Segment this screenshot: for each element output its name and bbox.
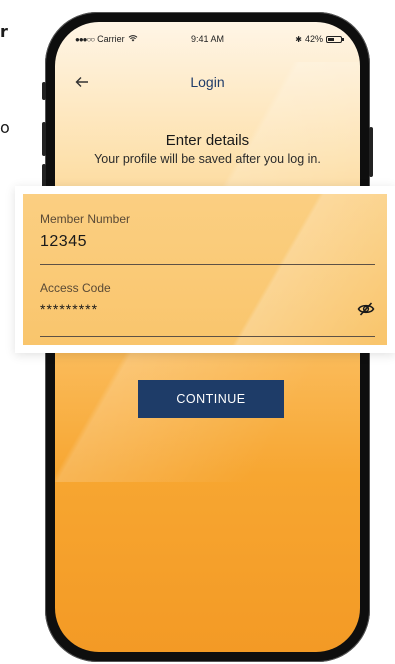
- member-number-underline: [40, 264, 375, 265]
- access-code-underline: [40, 336, 375, 337]
- status-bar: ●●●○○ Carrier 9:41 AM ✱ 42%: [55, 34, 360, 48]
- eye-off-icon[interactable]: [357, 302, 375, 316]
- volume-up-button: [42, 122, 46, 156]
- side-text-line-2: o: [0, 118, 10, 137]
- battery-icon: [326, 35, 344, 43]
- power-button: [369, 127, 373, 177]
- page-subheading: Your profile will be saved after you log…: [94, 152, 321, 166]
- access-code-input[interactable]: *********: [40, 301, 375, 317]
- bluetooth-icon: ✱: [295, 34, 302, 44]
- nav-bar: Login: [55, 72, 360, 96]
- access-code-label: Access Code: [40, 281, 111, 295]
- login-form-card: Member Number 12345 Access Code ********…: [15, 186, 395, 353]
- page-heading: Enter details: [165, 132, 250, 149]
- continue-button[interactable]: CONTINUE: [138, 380, 284, 418]
- side-text-line-1: r: [0, 22, 8, 41]
- access-code-field[interactable]: Access Code *********: [40, 281, 375, 337]
- battery-percent: 42%: [304, 34, 323, 44]
- member-number-input[interactable]: 12345: [40, 233, 375, 251]
- member-number-label: Member Number: [40, 212, 131, 226]
- mute-switch: [42, 82, 46, 100]
- member-number-field[interactable]: Member Number 12345: [40, 212, 375, 268]
- nav-title: Login: [190, 74, 225, 90]
